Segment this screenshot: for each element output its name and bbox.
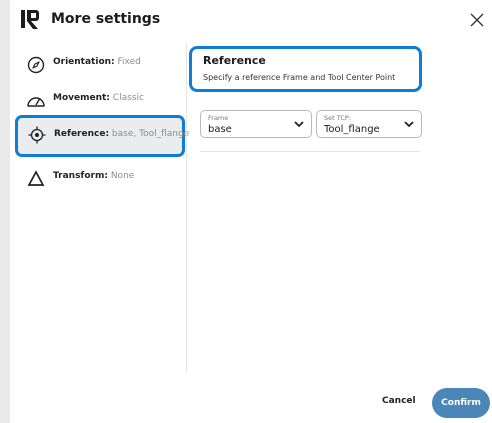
settings-dialog: More settings Orientation: Fixed Movemen… xyxy=(10,0,492,423)
nav-item-label: Transform: None xyxy=(53,171,135,181)
compass-icon xyxy=(27,56,45,74)
content-divider xyxy=(200,151,420,152)
frame-select[interactable]: Frame base xyxy=(200,110,312,138)
nav-item-label: Orientation: Fixed xyxy=(53,57,141,67)
reference-title: Reference xyxy=(203,54,266,67)
nav-item-transform[interactable]: Transform: None xyxy=(10,158,186,198)
nav-item-label: Movement: Classic xyxy=(53,93,144,103)
tcp-select-label: Set TCP: xyxy=(324,114,351,122)
chevron-down-icon xyxy=(404,121,414,128)
chevron-down-icon xyxy=(294,121,304,128)
tcp-select-value: Tool_flange xyxy=(324,124,380,135)
dialog-title: More settings xyxy=(51,11,161,27)
nav-item-reference[interactable]: Reference: base, Tool_flange xyxy=(15,115,189,157)
nav-item-movement[interactable]: Movement: Classic xyxy=(10,80,186,120)
frame-select-label: Frame xyxy=(208,114,229,122)
nav-item-label: Reference: base, Tool_flange xyxy=(54,129,190,139)
confirm-button[interactable]: Confirm xyxy=(432,388,490,418)
panel-divider xyxy=(186,44,187,372)
cancel-button[interactable]: Cancel xyxy=(382,396,416,406)
close-icon[interactable] xyxy=(466,9,488,31)
triangle-icon xyxy=(27,170,45,186)
reference-subtitle: Specify a reference Frame and Tool Cente… xyxy=(203,73,396,82)
app-logo-icon xyxy=(21,10,39,29)
reference-header: Reference Specify a reference Frame and … xyxy=(189,46,422,92)
target-icon xyxy=(28,126,46,144)
tcp-select[interactable]: Set TCP: Tool_flange xyxy=(316,110,422,138)
speedometer-icon xyxy=(27,97,45,107)
nav-item-orientation[interactable]: Orientation: Fixed xyxy=(10,44,186,84)
frame-select-value: base xyxy=(208,124,232,135)
